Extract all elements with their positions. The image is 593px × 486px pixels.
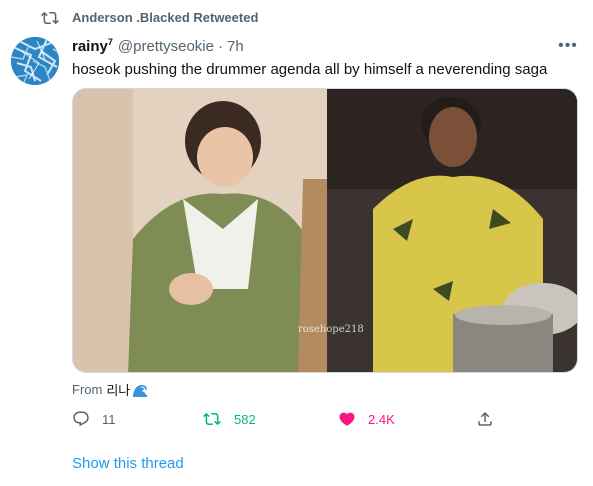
retweet-icon — [203, 412, 221, 426]
retweet-button[interactable]: 582 — [202, 404, 256, 434]
heart-filled-icon — [339, 412, 355, 426]
tweet-timestamp[interactable]: 7h — [227, 38, 244, 55]
source-attribution: From 리나 — [72, 380, 148, 399]
share-icon — [478, 411, 492, 426]
more-horizontal-icon: ••• — [558, 37, 578, 54]
like-count: 2.4K — [368, 411, 395, 427]
reply-button[interactable]: 11 — [72, 404, 116, 434]
separator-dot: · — [217, 38, 223, 55]
tweet-header: rainy7 @prettyseokie · 7h — [72, 37, 244, 57]
source-app-name[interactable]: 리나 — [106, 380, 130, 399]
reply-icon — [73, 411, 89, 427]
like-button[interactable]: 2.4K — [338, 404, 395, 434]
retweet-icon — [41, 11, 59, 25]
author-name-superscript: 7 — [107, 37, 113, 47]
author-handle[interactable]: @prettyseokie — [118, 38, 214, 55]
wave-icon — [133, 384, 148, 397]
retweet-count: 582 — [234, 411, 256, 427]
author-name[interactable]: rainy7 — [72, 37, 113, 55]
from-label: From — [72, 382, 103, 397]
more-options-button[interactable]: ••• — [556, 36, 580, 56]
media-watermark: rosehope218 — [298, 324, 364, 335]
tweet-action-bar: 11 582 2.4K — [72, 404, 492, 434]
avatar[interactable] — [11, 37, 59, 85]
show-thread-link[interactable]: Show this thread — [72, 455, 184, 472]
retweeted-by-text: Anderson .Blacked Retweeted — [72, 10, 259, 25]
reply-count: 11 — [102, 411, 116, 427]
tweet-media-image[interactable]: rosehope218 — [72, 88, 578, 373]
share-button[interactable] — [476, 404, 494, 434]
tweet-text: hoseok pushing the drummer agenda all by… — [72, 61, 548, 78]
